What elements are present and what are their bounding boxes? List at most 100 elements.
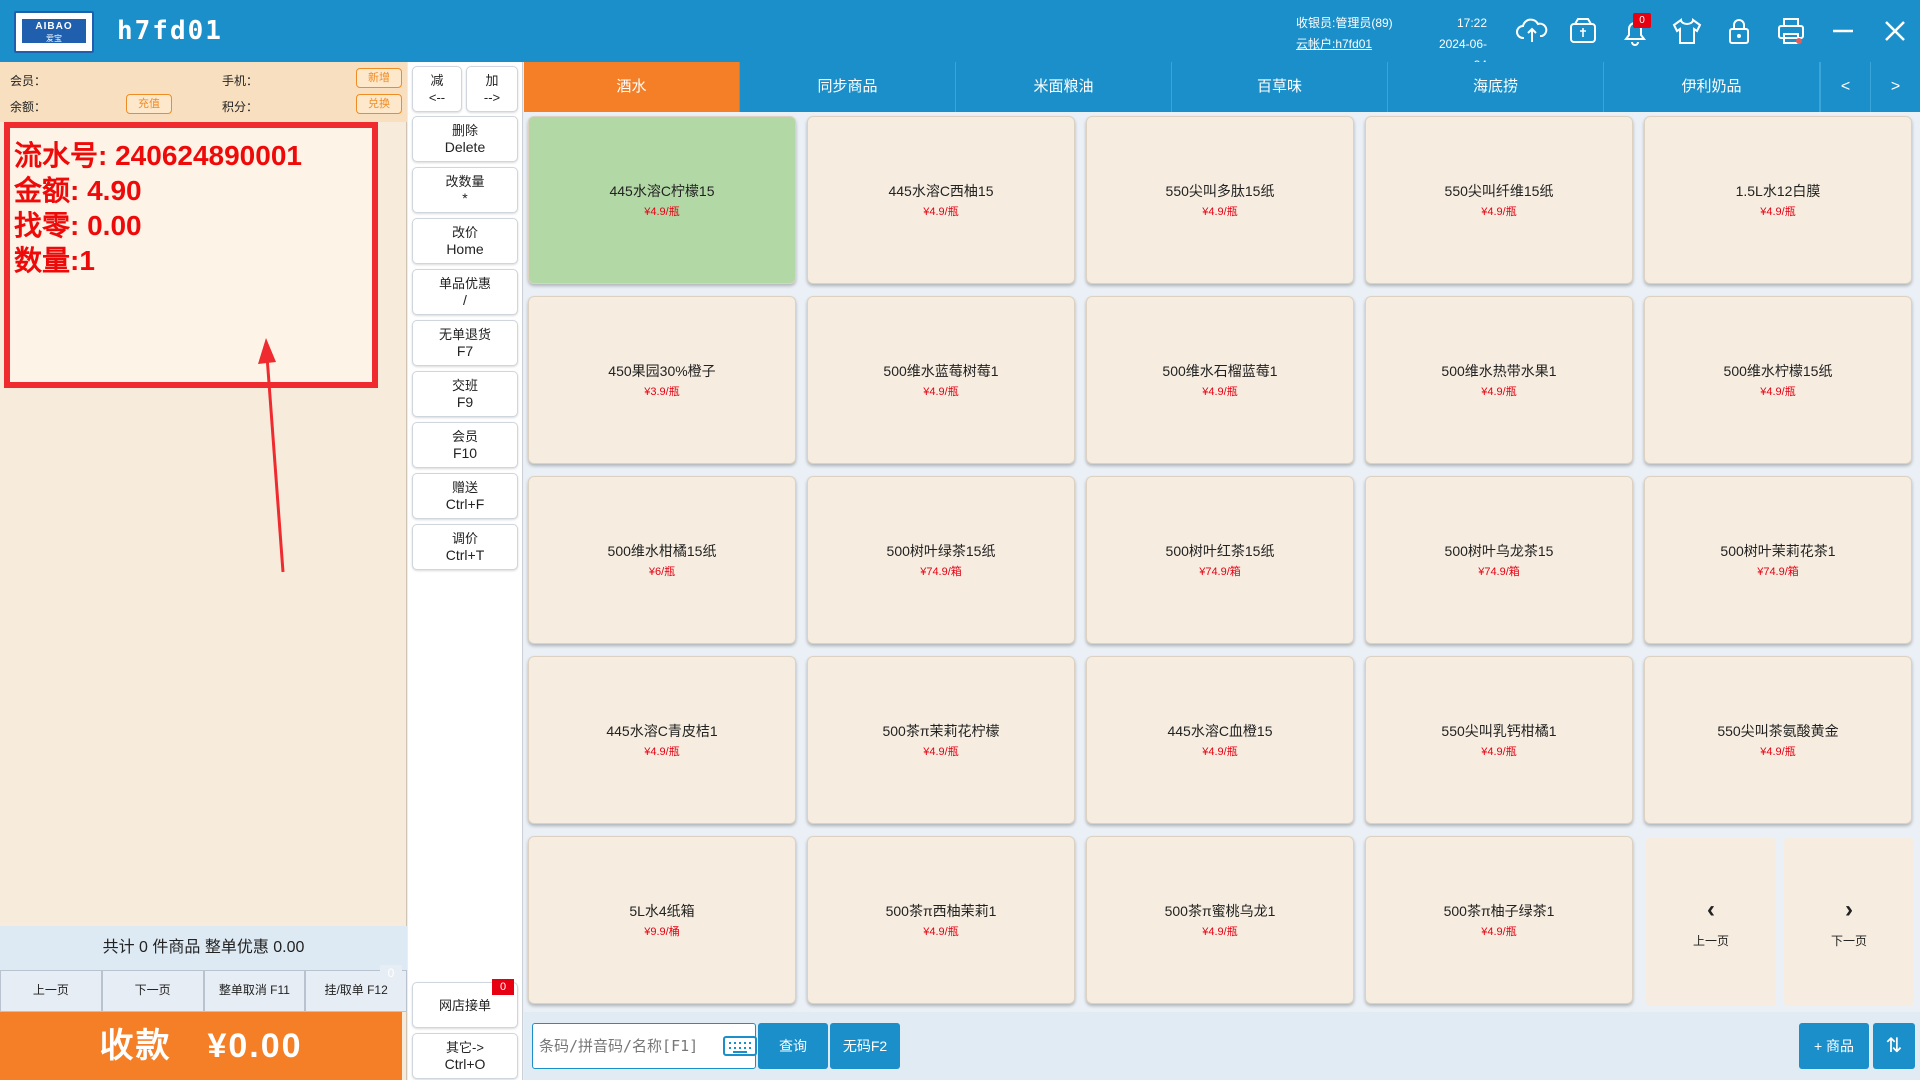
change-amount: 找零: 0.00 — [14, 210, 142, 241]
redeem-button[interactable]: 兑换 — [356, 94, 402, 114]
no-barcode-button[interactable]: 无码F2 — [830, 1023, 900, 1069]
lock-icon[interactable] — [1722, 14, 1756, 48]
tab-synced-products[interactable]: 同步商品 — [740, 62, 956, 112]
query-button[interactable]: 查询 — [758, 1023, 828, 1069]
member-btn-label: 会员 — [451, 429, 478, 444]
product-card[interactable]: 500维水热带水果1 ¥4.9/瓶 — [1365, 296, 1633, 464]
grid-prev-page-button[interactable]: ‹ 上一页 — [1646, 838, 1776, 1006]
product-card[interactable]: 500茶π柚子绿茶1 ¥4.9/瓶 — [1365, 836, 1633, 1004]
delete-label: 删除 — [451, 123, 478, 138]
adjust-price-button[interactable]: 调价 Ctrl+T — [412, 524, 518, 570]
gift-label: 赠送 — [451, 480, 478, 495]
category-tabs: 酒水 同步商品 米面粮油 百草味 海底捞 伊利奶品 < > — [524, 62, 1920, 112]
gift-button[interactable]: 赠送 Ctrl+F — [412, 473, 518, 519]
cash-drawer-icon[interactable] — [1566, 14, 1600, 48]
shirt-icon[interactable] — [1670, 14, 1704, 48]
decrease-button[interactable]: 减 <-- — [412, 66, 462, 112]
product-card[interactable]: 500维水石榴蓝莓1 ¥4.9/瓶 — [1086, 296, 1354, 464]
chevron-left-icon: ‹ — [1707, 895, 1715, 923]
other-label: 其它-> — [446, 1040, 484, 1055]
product-name: 500茶π西柚茉莉1 — [885, 903, 997, 919]
increase-label: 加 — [485, 73, 499, 88]
product-card[interactable]: 445水溶C血橙15 ¥4.9/瓶 — [1086, 656, 1354, 824]
shift-handover-button[interactable]: 交班 F9 — [412, 371, 518, 417]
change-quantity-button[interactable]: 改数量 * — [412, 167, 518, 213]
item-discount-key: / — [463, 292, 467, 308]
tab-baicaowei[interactable]: 百草味 — [1172, 62, 1388, 112]
cloud-account-link[interactable]: 云帐户:h7fd01 — [1296, 34, 1393, 55]
member-label: 会员： — [10, 74, 47, 88]
adjust-price-label: 调价 — [451, 531, 478, 546]
transaction-info-box: 流水号: 240624890001 金额: 4.90 找零: 0.00 数量:1 — [4, 122, 378, 388]
product-name: 450果园30%橙子 — [608, 363, 716, 379]
product-price: ¥4.9/瓶 — [923, 386, 959, 398]
product-card[interactable]: 500茶π蜜桃乌龙1 ¥4.9/瓶 — [1086, 836, 1354, 1004]
product-card[interactable]: 445水溶C柠檬15 ¥4.9/瓶 — [528, 116, 796, 284]
product-name: 445水溶C西柚15 — [888, 183, 994, 199]
grid-next-page-button[interactable]: › 下一页 — [1784, 838, 1914, 1006]
return-key: F7 — [456, 343, 474, 359]
product-card[interactable]: 450果园30%橙子 ¥3.9/瓶 — [528, 296, 796, 464]
sort-toggle-icon[interactable]: ⇅ — [1873, 1023, 1915, 1069]
recharge-button[interactable]: 充值 — [126, 94, 172, 114]
product-card[interactable]: 500树叶乌龙茶15 ¥74.9/箱 — [1365, 476, 1633, 644]
product-card[interactable]: 500树叶红茶15纸 ¥74.9/箱 — [1086, 476, 1354, 644]
product-price: ¥74.9/箱 — [1757, 566, 1799, 578]
product-name: 500树叶红茶15纸 — [1165, 543, 1275, 559]
product-price: ¥4.9/瓶 — [1760, 746, 1796, 758]
product-name: 445水溶C柠檬15 — [609, 183, 715, 199]
tab-drinks[interactable]: 酒水 — [524, 62, 740, 112]
checkout-button[interactable]: 收款 ¥0.00 — [0, 1012, 402, 1080]
product-card[interactable]: 550尖叫多肽15纸 ¥4.9/瓶 — [1086, 116, 1354, 284]
product-card[interactable]: 500树叶绿茶15纸 ¥74.9/箱 — [807, 476, 1075, 644]
increase-button[interactable]: 加 --> — [466, 66, 518, 112]
product-price: ¥4.9/瓶 — [1760, 206, 1796, 218]
printer-icon[interactable] — [1774, 14, 1808, 48]
keyboard-icon[interactable] — [723, 1034, 757, 1058]
return-without-receipt-button[interactable]: 无单退货 F7 — [412, 320, 518, 366]
add-member-button[interactable]: 新增 — [356, 68, 402, 88]
product-card[interactable]: 550尖叫乳钙柑橘1 ¥4.9/瓶 — [1365, 656, 1633, 824]
product-card[interactable]: 5L水4纸箱 ¥9.9/桶 — [528, 836, 796, 1004]
tab-prev-button[interactable]: < — [1820, 62, 1870, 112]
product-card[interactable]: 500维水蓝莓树莓1 ¥4.9/瓶 — [807, 296, 1075, 464]
hold-count-badge: 0 — [380, 965, 402, 981]
close-icon[interactable] — [1878, 14, 1912, 48]
next-page-button[interactable]: 下一页 — [101, 970, 204, 1012]
other-functions-button[interactable]: 其它-> Ctrl+O — [412, 1033, 518, 1079]
item-discount-button[interactable]: 单品优惠 / — [412, 269, 518, 315]
product-price: ¥74.9/箱 — [920, 566, 962, 578]
minimize-icon[interactable] — [1826, 14, 1860, 48]
tab-grain-oil[interactable]: 米面粮油 — [956, 62, 1172, 112]
logo-subtext: 爱宝 — [46, 34, 62, 43]
product-card[interactable]: 445水溶C青皮桔1 ¥4.9/瓶 — [528, 656, 796, 824]
product-price: ¥4.9/瓶 — [1481, 206, 1517, 218]
product-card[interactable]: 500茶π茉莉花柠檬 ¥4.9/瓶 — [807, 656, 1075, 824]
product-name: 550尖叫多肽15纸 — [1165, 183, 1275, 199]
tab-yili-dairy[interactable]: 伊利奶品 — [1604, 62, 1820, 112]
product-card[interactable]: 500维水柠檬15纸 ¥4.9/瓶 — [1644, 296, 1912, 464]
product-name: 5L水4纸箱 — [629, 903, 695, 919]
product-name: 500维水蓝莓树莓1 — [883, 363, 999, 379]
prev-page-button[interactable]: 上一页 — [0, 970, 102, 1012]
product-card[interactable]: 550尖叫纤维15纸 ¥4.9/瓶 — [1365, 116, 1633, 284]
product-card[interactable]: 445水溶C西柚15 ¥4.9/瓶 — [807, 116, 1075, 284]
product-card[interactable]: 1.5L水12白膜 ¥4.9/瓶 — [1644, 116, 1912, 284]
phone-label: 手机： — [222, 74, 259, 88]
delete-button[interactable]: 删除 Delete — [412, 116, 518, 162]
change-price-button[interactable]: 改价 Home — [412, 218, 518, 264]
product-price: ¥3.9/瓶 — [644, 386, 680, 398]
cloud-upload-icon[interactable] — [1515, 14, 1549, 48]
product-card[interactable]: 550尖叫茶氨酸黄金 ¥4.9/瓶 — [1644, 656, 1912, 824]
add-product-button[interactable]: + 商品 — [1799, 1023, 1869, 1069]
product-card[interactable]: 500茶π西柚茉莉1 ¥4.9/瓶 — [807, 836, 1075, 1004]
tab-haidilao[interactable]: 海底捞 — [1388, 62, 1604, 112]
adjust-price-key: Ctrl+T — [445, 547, 485, 563]
hold-order-button[interactable]: 挂/取单 F12 0 — [305, 965, 407, 1012]
tab-next-button[interactable]: > — [1870, 62, 1920, 112]
search-input[interactable]: 条码/拼音码/名称[F1] — [532, 1023, 757, 1069]
cancel-order-button[interactable]: 整单取消 F11 — [203, 970, 306, 1012]
product-card[interactable]: 500树叶茉莉花茶1 ¥74.9/箱 — [1644, 476, 1912, 644]
product-card[interactable]: 500维水柑橘15纸 ¥6/瓶 — [528, 476, 796, 644]
member-button[interactable]: 会员 F10 — [412, 422, 518, 468]
